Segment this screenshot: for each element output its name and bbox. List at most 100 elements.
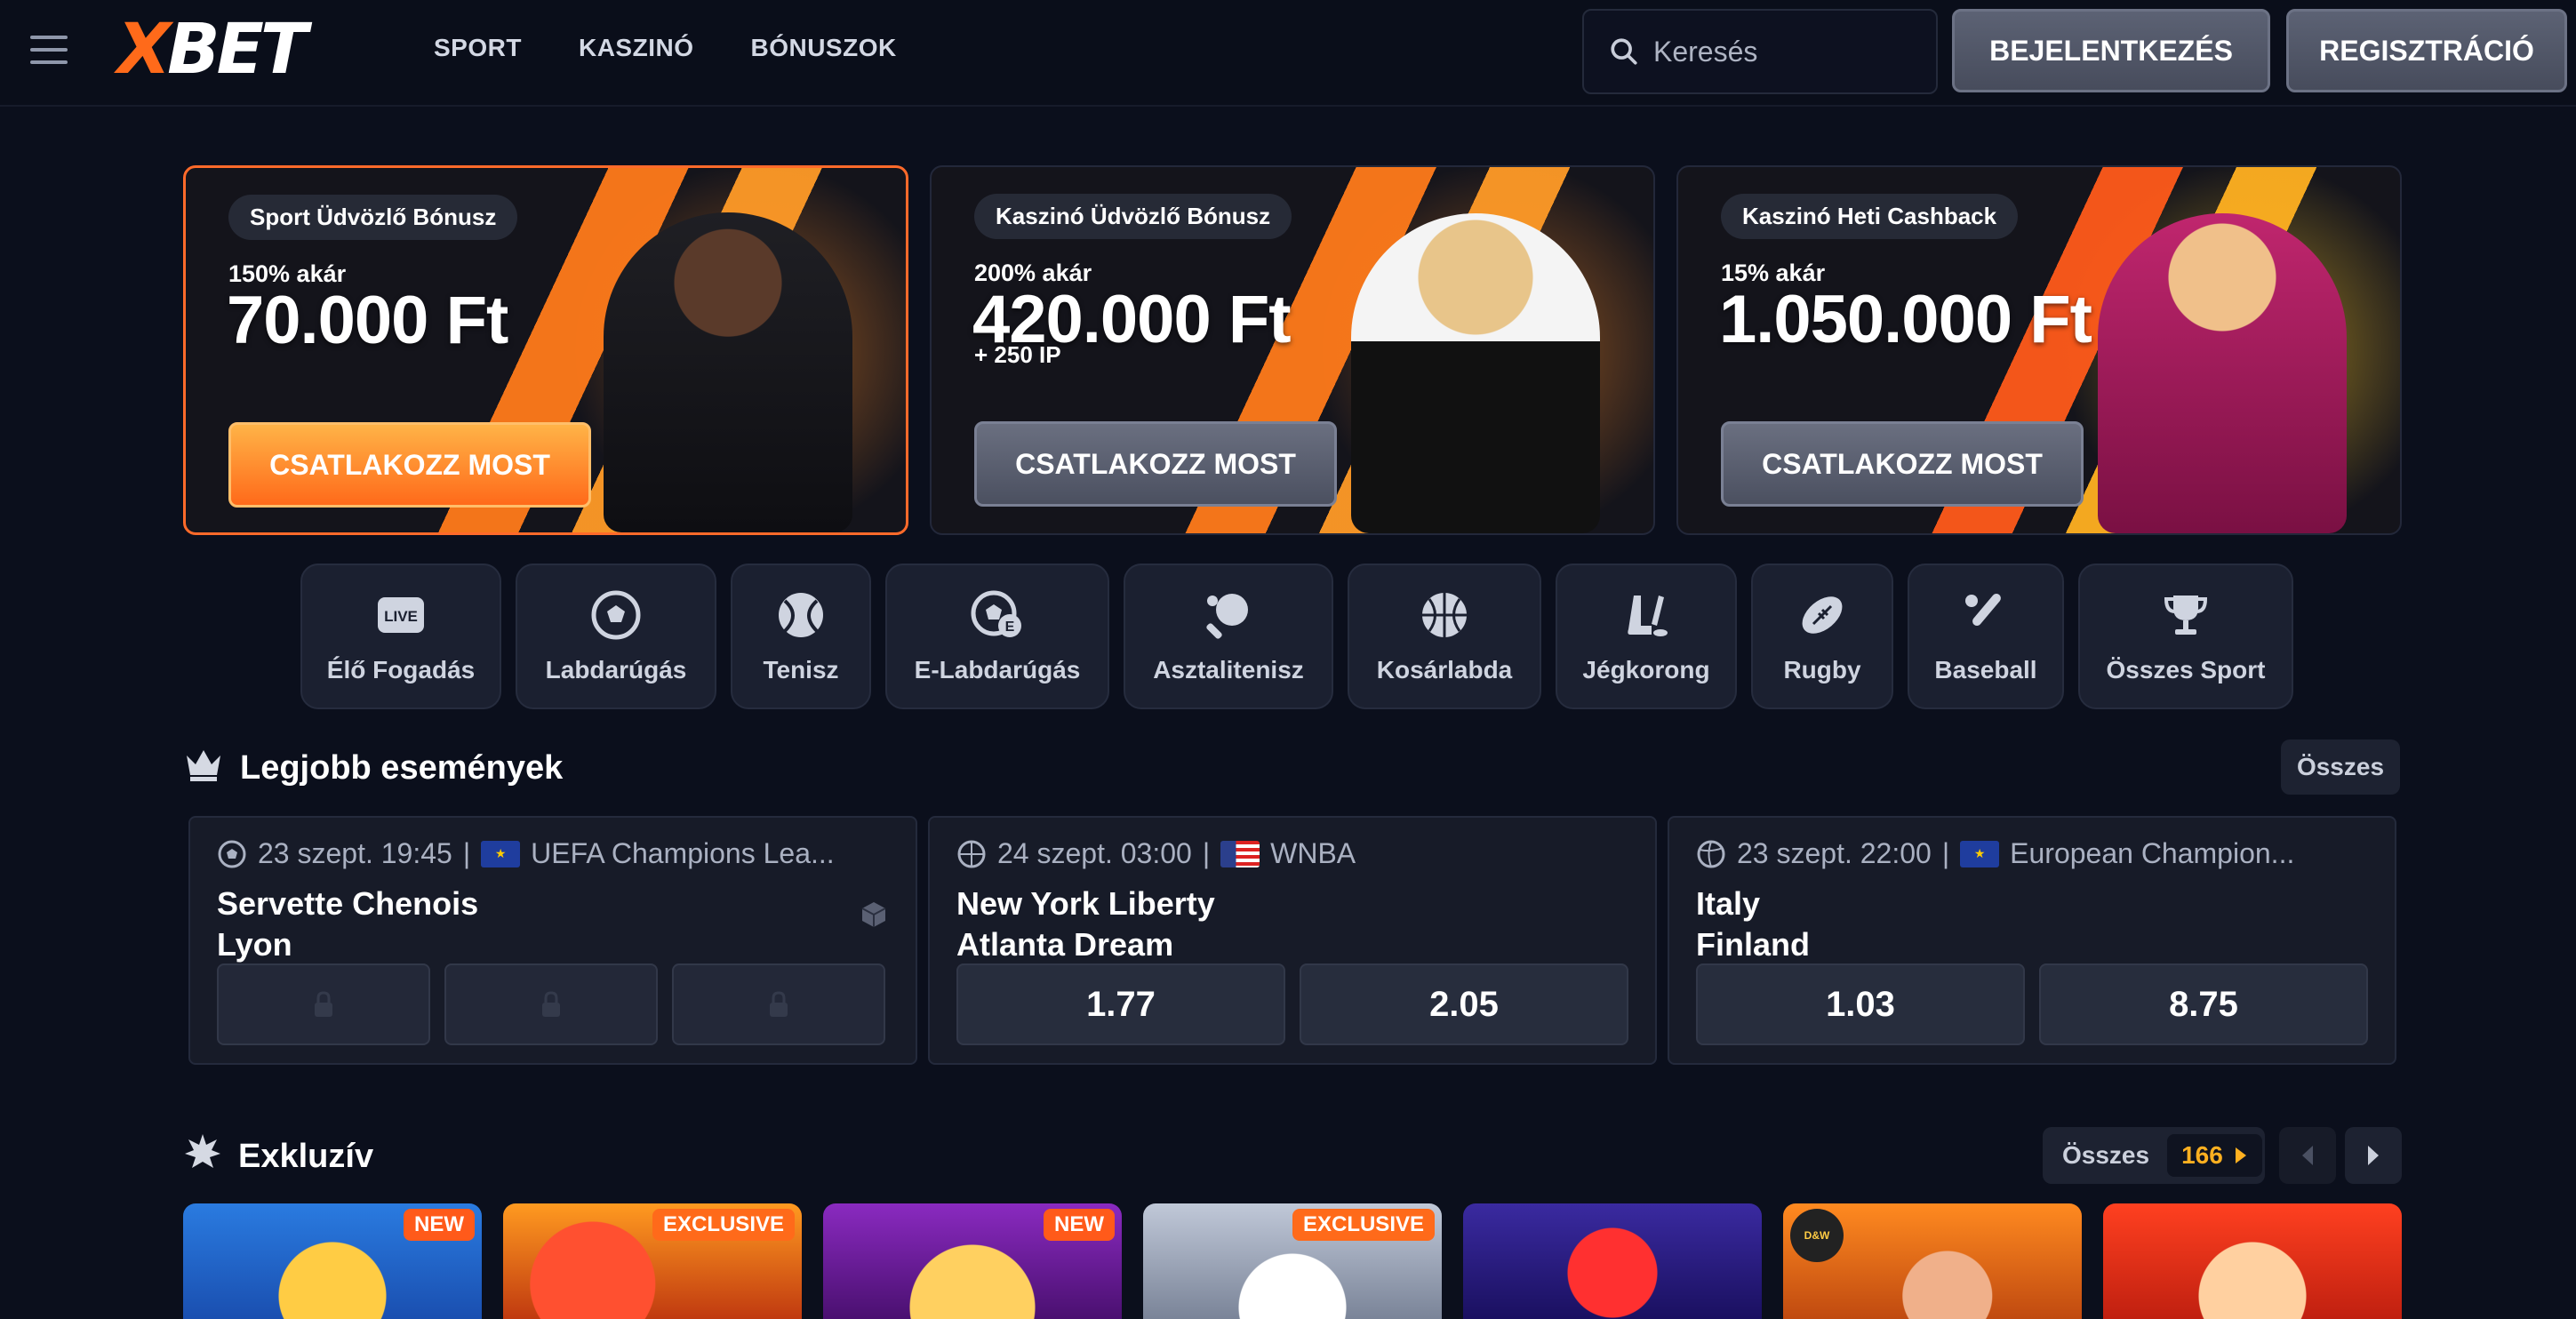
sport-tile-live[interactable]: LIVE Élő Fogadás [300, 564, 501, 709]
brand-logo[interactable]: XBET [117, 14, 308, 85]
game-tag: EXCLUSIVE [1292, 1209, 1435, 1241]
game-tile[interactable]: NEW [183, 1203, 482, 1319]
section-title: Exkluzív [238, 1137, 374, 1175]
chevron-right-icon [2368, 1146, 2379, 1165]
odd-button[interactable]: 8.75 [2039, 963, 2368, 1045]
basketball-icon [957, 840, 986, 867]
exclusive-all-button[interactable]: Összes 166 [2043, 1127, 2265, 1184]
game-count-badge: 166 [2167, 1134, 2262, 1177]
sport-tile-basketball[interactable]: Kosárlabda [1348, 564, 1541, 709]
event-league: UEFA Champions Lea... [531, 837, 835, 869]
event-league: WNBA [1270, 837, 1356, 869]
rugby-ball-icon [1796, 588, 1849, 642]
promo-badge: Sport Üdvözlő Bónusz [228, 195, 518, 240]
promo-banner-sport[interactable]: Sport Üdvözlő Bónusz 150% akár 70.000 Ft… [183, 165, 908, 535]
nav-bonuses[interactable]: BÓNUSZOK [750, 34, 896, 62]
odds-row: 1.77 2.05 [956, 963, 1628, 1045]
event-date: 24 szept. 03:00 [997, 837, 1192, 869]
promo-jester-image [2098, 213, 2347, 533]
promo-badge: Kaszinó Heti Cashback [1721, 194, 2019, 239]
game-tile[interactable] [1463, 1203, 1762, 1319]
drops-wins-logo: D&W [1790, 1209, 1844, 1262]
sport-tile-hockey[interactable]: Jégkorong [1556, 564, 1737, 709]
soccer-ball-icon [218, 840, 246, 867]
promo-extra: + 250 IP [974, 341, 1061, 368]
sport-tile-rugby[interactable]: Rugby [1751, 564, 1893, 709]
join-now-button[interactable]: CSATLAKOZZ MOST [228, 422, 591, 508]
event-meta: 23 szept. 22:00 | ★ European Champion... [1696, 837, 2294, 870]
promo-banner-casino-welcome[interactable]: Kaszinó Üdvözlő Bónusz 200% akár 420.000… [930, 165, 1655, 535]
sport-tile-baseball[interactable]: Baseball [1908, 564, 2064, 709]
sport-tile-soccer[interactable]: Labdarúgás [516, 564, 716, 709]
sport-tile-esoccer[interactable]: E E-Labdarúgás [885, 564, 1109, 709]
join-now-button[interactable]: CSATLAKOZZ MOST [1721, 421, 2084, 507]
odds-row [217, 963, 885, 1045]
game-count: 166 [2181, 1141, 2223, 1169]
event-card[interactable]: 24 szept. 03:00 | WNBA New York Liberty … [928, 816, 1657, 1065]
promo-banner-cashback[interactable]: Kaszinó Heti Cashback 15% akár 1.050.000… [1676, 165, 2402, 535]
event-team-away: Finland [1696, 926, 1810, 963]
exclusive-header: Exkluzív [183, 1132, 373, 1180]
section-title: Legjobb események [240, 748, 564, 787]
search-input[interactable] [1653, 35, 1920, 68]
svg-text:E: E [1005, 620, 1015, 635]
svg-text:LIVE: LIVE [384, 608, 418, 625]
volleyball-icon [1697, 840, 1725, 867]
game-tile[interactable] [2103, 1203, 2402, 1319]
game-tile[interactable]: EXCLUSIVE [1143, 1203, 1442, 1319]
sport-label: Élő Fogadás [326, 656, 476, 683]
all-label: Összes [2062, 1141, 2150, 1169]
search-icon [1611, 38, 1637, 65]
event-card[interactable]: 23 szept. 22:00 | ★ European Champion...… [1668, 816, 2396, 1065]
event-meta: 24 szept. 03:00 | WNBA [956, 837, 1356, 870]
game-tile[interactable]: EXCLUSIVE [503, 1203, 802, 1319]
odd-locked [444, 963, 658, 1045]
nav-sport[interactable]: SPORT [434, 34, 522, 62]
odd-locked [217, 963, 430, 1045]
register-button[interactable]: REGISZTRÁCIÓ [2286, 9, 2567, 92]
odds-row: 1.03 8.75 [1696, 963, 2368, 1045]
login-button[interactable]: BEJELENTKEZÉS [1952, 9, 2270, 92]
trophy-icon [2159, 588, 2212, 642]
arrow-right-icon [2235, 1147, 2246, 1163]
stats-cube-icon[interactable] [859, 899, 889, 930]
game-tile[interactable]: NEW [823, 1203, 1122, 1319]
sport-label: Labdarúgás [545, 656, 687, 683]
event-meta: 23 szept. 19:45 | ★ UEFA Champions Lea..… [217, 837, 835, 870]
sport-tile-table-tennis[interactable]: Asztalitenisz [1124, 564, 1333, 709]
chevron-left-icon [2302, 1146, 2313, 1165]
nav-casino[interactable]: KASZINÓ [579, 34, 694, 62]
promo-amount: 70.000 Ft [227, 283, 508, 358]
star-burst-icon [183, 1132, 222, 1180]
promo-badge: Kaszinó Üdvözlő Bónusz [974, 194, 1292, 239]
event-card[interactable]: 23 szept. 19:45 | ★ UEFA Champions Lea..… [188, 816, 917, 1065]
event-team-home: Servette Chenois [217, 885, 479, 922]
prev-page-button[interactable] [2279, 1127, 2336, 1184]
lock-icon [770, 991, 788, 1017]
soccer-ball-icon [589, 588, 643, 642]
sport-label: Kosárlabda [1376, 656, 1513, 683]
eu-flag-icon: ★ [1960, 840, 2000, 867]
hamburger-menu-icon[interactable] [30, 36, 68, 66]
join-now-button[interactable]: CSATLAKOZZ MOST [974, 421, 1337, 507]
tennis-ball-icon [774, 588, 828, 642]
odd-button[interactable]: 2.05 [1300, 963, 1628, 1045]
event-team-home: Italy [1696, 885, 1761, 922]
crown-icon [183, 745, 224, 791]
game-tile[interactable]: D&W [1783, 1203, 2082, 1319]
esoccer-icon: E [971, 588, 1024, 642]
event-team-home: New York Liberty [956, 885, 1215, 922]
next-page-button[interactable] [2345, 1127, 2402, 1184]
game-tag: EXCLUSIVE [652, 1209, 795, 1241]
live-icon: LIVE [374, 588, 428, 642]
basketball-icon [1418, 588, 1471, 642]
search-box[interactable] [1582, 9, 1938, 94]
sport-tile-tennis[interactable]: Tenisz [731, 564, 871, 709]
sport-tile-all[interactable]: Összes Sport [2078, 564, 2293, 709]
sport-label: E-Labdarúgás [914, 656, 1081, 683]
top-events-header: Legjobb események [183, 745, 563, 791]
odd-button[interactable]: 1.03 [1696, 963, 2025, 1045]
top-events-all-button[interactable]: Összes [2281, 739, 2400, 795]
odd-button[interactable]: 1.77 [956, 963, 1285, 1045]
sport-label: Rugby [1783, 656, 1861, 683]
